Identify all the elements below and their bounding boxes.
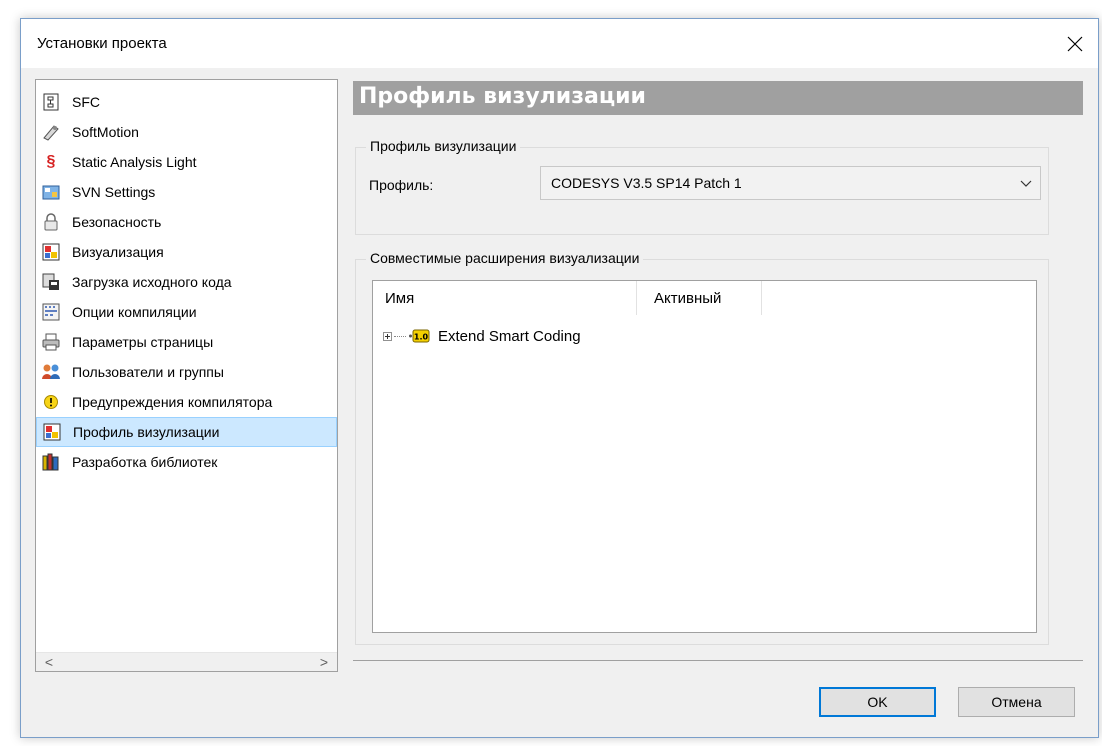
tree-item-visualization-profile[interactable]: Профиль визулизации [36,417,337,447]
tree-item-sfc[interactable]: SFC [36,87,337,117]
tree-item-library-development[interactable]: Разработка библиотек [36,447,337,477]
column-header-name[interactable]: Имя [373,281,637,315]
profile-group-legend: Профиль визулизации [366,138,521,154]
footer-divider [353,660,1083,661]
expand-icon[interactable] [383,331,392,341]
profile-select[interactable]: CODESYS V3.5 SP14 Patch 1 [540,166,1041,200]
paragraph-icon: § [46,153,56,170]
users-icon [41,362,61,382]
close-button[interactable] [1052,19,1098,68]
ok-button[interactable]: OK [819,687,936,717]
tree-item-label: Разработка библиотек [72,454,218,470]
tree-item-source-download[interactable]: Загрузка исходного кода [36,267,337,297]
tree-item-label: SVN Settings [72,184,156,200]
tree-item-label: SFC [72,94,100,110]
cancel-button[interactable]: Отмена [958,687,1075,717]
tree-item-label: Безопасность [72,214,162,230]
horizontal-scrollbar[interactable]: < > [36,652,337,671]
tree-item-softmotion[interactable]: SoftMotion [36,117,337,147]
extension-name: Extend Smart Coding [438,327,581,345]
printer-icon [41,332,61,352]
tree-item-label: Загрузка исходного кода [72,274,232,290]
close-icon [1067,36,1083,51]
tree-item-compiler-warnings[interactable]: Предупреждения компилятора [36,387,337,417]
tree-item-label: Параметры страницы [72,334,214,350]
sfc-icon [41,92,61,112]
tree-item-static-analysis[interactable]: § Static Analysis Light [36,147,337,177]
visualization-icon [41,242,61,262]
warning-icon [41,392,61,412]
tree-item-label: Предупреждения компилятора [72,394,273,410]
tree-item-label: Static Analysis Light [72,154,197,170]
library-icon [41,452,61,472]
tree-item-label: Визуализация [72,244,164,260]
tree-item-label: Опции компиляции [72,304,197,320]
visualization-profile-icon [42,422,62,442]
source-download-icon [41,272,61,292]
profile-label: Профиль: [369,177,434,193]
tree-item-visualization[interactable]: Визуализация [36,237,337,267]
svn-icon [41,182,61,202]
chevron-down-icon [1020,180,1032,187]
tree-connector [394,335,406,337]
list-item[interactable]: 1.0 Extend Smart Coding [383,325,581,347]
scroll-right-button[interactable]: > [313,653,335,671]
pane-title: Профиль визулизации [359,84,646,109]
lock-icon [41,212,61,232]
extensions-group-legend: Совместимые расширения визуализации [366,250,644,266]
pane-header: Профиль визулизации [353,81,1083,115]
compile-options-icon [41,302,61,322]
tree-item-users-groups[interactable]: Пользователи и группы [36,357,337,387]
category-tree[interactable]: SFC SoftMotion § Static Analysis Light S… [35,79,338,672]
tree-item-label: SoftMotion [72,124,139,140]
tree-item-svn-settings[interactable]: SVN Settings [36,177,337,207]
tree-item-compile-options[interactable]: Опции компиляции [36,297,337,327]
tree-item-page-setup[interactable]: Параметры страницы [36,327,337,357]
window-title: Установки проекта [37,35,167,52]
tree-item-security[interactable]: Безопасность [36,207,337,237]
softmotion-icon [41,122,61,142]
title-bar: Установки проекта [21,19,1098,68]
profile-group: Профиль визулизации Профиль: CODESYS V3.… [355,138,1049,235]
scroll-left-button[interactable]: < [38,653,60,671]
svg-text:1.0: 1.0 [414,333,429,342]
tree-item-label: Пользователи и группы [72,364,224,380]
project-settings-dialog: Установки проекта SFC SoftMotion § Stati… [20,18,1099,738]
extensions-group: Совместимые расширения визуализации Имя … [355,250,1049,645]
column-header-active[interactable]: Активный [637,281,762,315]
profile-select-value: CODESYS V3.5 SP14 Patch 1 [551,175,742,191]
tree-item-label: Профиль визулизации [73,424,220,440]
version-badge-icon: 1.0 [409,329,430,343]
extensions-list[interactable]: Имя Активный 1.0 Extend Smart Coding [372,280,1037,633]
